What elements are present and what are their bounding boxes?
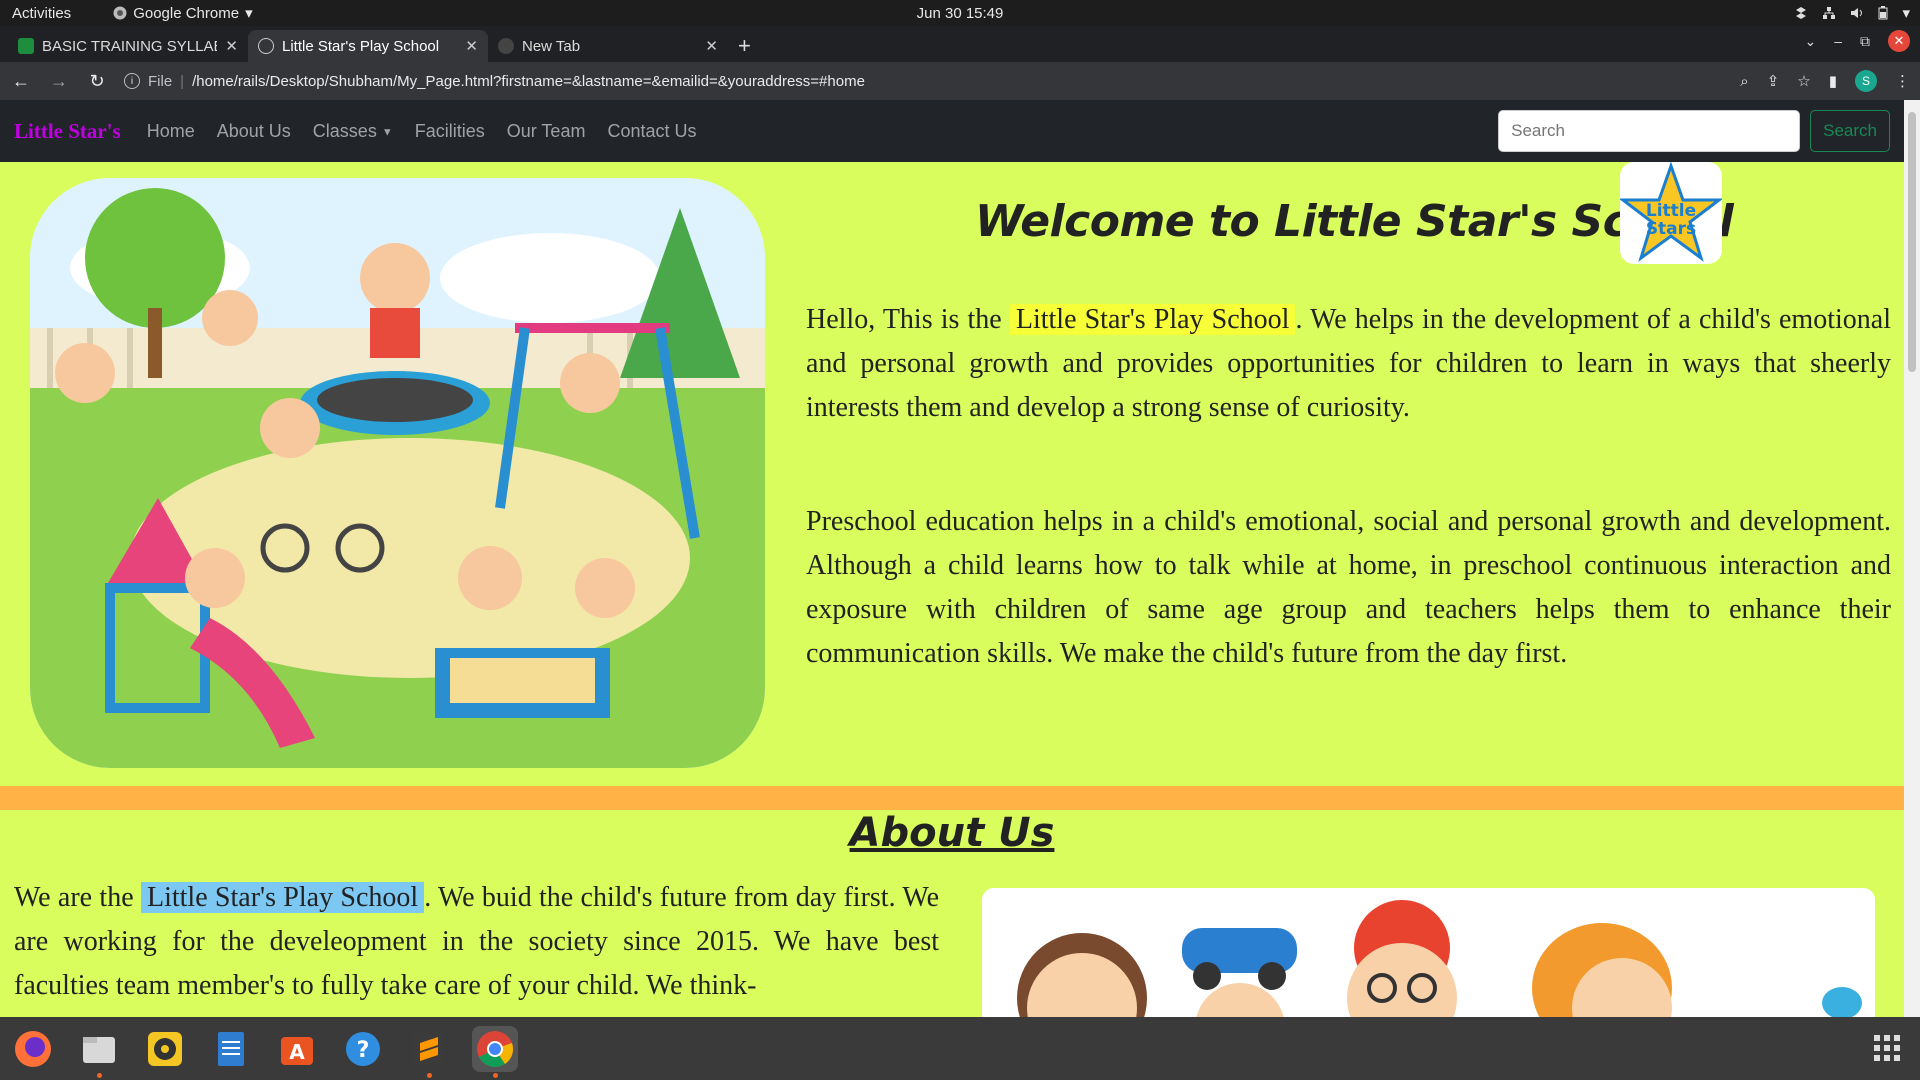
intro-text-start: Hello, This is the <box>806 304 1002 335</box>
running-indicator <box>493 1072 498 1078</box>
tab-basic-training[interactable]: BASIC TRAINING SYLLABUS ✕ <box>8 30 248 62</box>
chevron-down-icon: ▾ <box>245 5 253 22</box>
zoom-icon[interactable]: ⌕ <box>1740 73 1748 90</box>
svg-text:Little: Little <box>1646 201 1696 221</box>
tab-title: New Tab <box>522 37 581 55</box>
help-icon[interactable]: ? <box>340 1026 386 1072</box>
firefox-icon[interactable] <box>10 1026 56 1072</box>
caret-down-icon: ▼ <box>381 125 393 138</box>
nav-links: Home About Us Classes ▼ Facilities Our T… <box>147 121 697 142</box>
nav-contact-us[interactable]: Contact Us <box>607 121 696 142</box>
nav-classes-dropdown[interactable]: Classes ▼ <box>313 121 393 142</box>
about-section: About Us We are the Little Star's Play S… <box>0 810 1904 1017</box>
preschool-paragraph: Preschool education helps in a child's e… <box>806 506 1891 669</box>
site-search: Search <box>1498 110 1890 152</box>
chrome-icon <box>498 38 514 54</box>
site-brand[interactable]: Little Star's <box>14 119 121 144</box>
clock[interactable]: Jun 30 15:49 <box>917 5 1004 22</box>
little-stars-logo: Little Stars <box>1618 161 1724 264</box>
new-tab-button[interactable]: + <box>738 30 751 62</box>
about-paragraph: We are the Little Star's Play School. We… <box>14 876 939 1008</box>
nav-home[interactable]: Home <box>147 121 195 142</box>
tab-little-stars[interactable]: Little Star's Play School ✕ <box>248 30 488 62</box>
divider: | <box>180 72 185 90</box>
network-icon <box>1823 7 1836 19</box>
dropbox-icon <box>1796 7 1807 19</box>
activities-button[interactable]: Activities <box>0 5 83 22</box>
tab-strip: BASIC TRAINING SYLLABUS ✕ Little Star's … <box>0 26 1920 62</box>
software-icon[interactable]: A <box>274 1026 320 1072</box>
app-name: Google Chrome <box>133 4 240 22</box>
page-scrollbar[interactable] <box>1904 100 1920 1017</box>
globe-icon <box>258 38 274 54</box>
address-bar[interactable]: i File | /home/rails/Desktop/Shubham/My_… <box>124 73 1724 90</box>
running-indicator <box>427 1072 432 1078</box>
kids-illustration <box>982 888 1875 1017</box>
school-name-highlight: Little Star's Play School <box>1009 304 1296 335</box>
app-menu[interactable]: Google Chrome ▾ <box>113 4 253 22</box>
show-applications-icon[interactable] <box>1874 1035 1900 1061</box>
forward-button[interactable]: → <box>48 71 70 92</box>
close-window-button[interactable]: ✕ <box>1888 30 1910 52</box>
side-panel-icon[interactable]: ▮ <box>1829 72 1837 90</box>
sheets-icon <box>18 38 34 54</box>
window-controls: ⌄ – ⧉ ✕ <box>1804 30 1910 52</box>
page-viewport: Little Star's Home About Us Classes ▼ Fa… <box>0 100 1904 1017</box>
reload-button[interactable]: ↻ <box>86 71 108 92</box>
svg-text:Stars: Stars <box>1646 219 1696 239</box>
system-tray[interactable]: ▾ <box>1794 4 1910 22</box>
section-divider <box>0 786 1904 810</box>
nav-classes-label: Classes <box>312 120 377 141</box>
volume-icon <box>1851 8 1863 18</box>
url-text[interactable]: /home/rails/Desktop/Shubham/My_Page.html… <box>192 73 865 90</box>
files-icon[interactable] <box>76 1026 122 1078</box>
site-navbar: Little Star's Home About Us Classes ▼ Fa… <box>0 100 1904 162</box>
close-icon[interactable]: ✕ <box>225 37 238 55</box>
about-title: About Us <box>849 810 1055 856</box>
tab-title: BASIC TRAINING SYLLABUS <box>42 37 217 55</box>
chevron-down-icon: ▾ <box>1902 5 1910 22</box>
scrollbar-thumb[interactable] <box>1908 112 1916 372</box>
restore-button[interactable]: ⧉ <box>1860 33 1870 50</box>
intro-paragraph: Hello, This is the Little Star's Play Sc… <box>806 298 1891 430</box>
tab-search-icon[interactable]: ⌄ <box>1804 33 1816 50</box>
search-button[interactable]: Search <box>1810 110 1890 152</box>
menu-kebab-icon[interactable]: ⋮ <box>1895 72 1910 90</box>
close-icon[interactable]: ✕ <box>705 37 718 55</box>
share-icon[interactable]: ⇪ <box>1767 72 1780 90</box>
browser-toolbar: ← → ↻ i File | /home/rails/Desktop/Shubh… <box>0 62 1920 100</box>
school-name-selected: Little Star's Play School <box>140 882 425 913</box>
sublime-icon[interactable] <box>406 1026 452 1078</box>
scheme-label: File <box>148 72 173 90</box>
search-input[interactable] <box>1498 110 1801 152</box>
svg-text:?: ? <box>357 1038 370 1063</box>
chrome-icon[interactable] <box>472 1025 518 1078</box>
bookmark-star-icon[interactable]: ☆ <box>1797 72 1810 90</box>
chrome-icon <box>113 6 127 20</box>
tab-new-tab[interactable]: New Tab ✕ <box>488 30 728 62</box>
svg-text:A: A <box>289 1040 305 1064</box>
nav-facilities[interactable]: Facilities <box>415 121 485 142</box>
minimize-button[interactable]: – <box>1834 33 1842 49</box>
writer-icon[interactable] <box>208 1026 254 1072</box>
nav-about-us[interactable]: About Us <box>217 121 291 142</box>
system-top-bar: Activities Google Chrome ▾ Jun 30 15:49 … <box>0 0 1920 26</box>
battery-icon <box>1878 6 1888 20</box>
profile-avatar[interactable]: S <box>1855 70 1877 92</box>
close-icon[interactable]: ✕ <box>465 37 478 55</box>
nav-our-team[interactable]: Our Team <box>507 121 586 142</box>
info-icon[interactable]: i <box>124 73 140 89</box>
running-indicator <box>97 1072 102 1078</box>
about-text-start: We are the <box>14 882 134 913</box>
playground-illustration <box>30 178 765 768</box>
back-button[interactable]: ← <box>10 71 32 92</box>
tab-title: Little Star's Play School <box>282 37 440 55</box>
hero-section: Welcome to Little Star's School Little S… <box>0 161 1904 786</box>
taskbar-dock: A ? <box>0 1017 1920 1080</box>
rhythmbox-icon[interactable] <box>142 1026 188 1072</box>
